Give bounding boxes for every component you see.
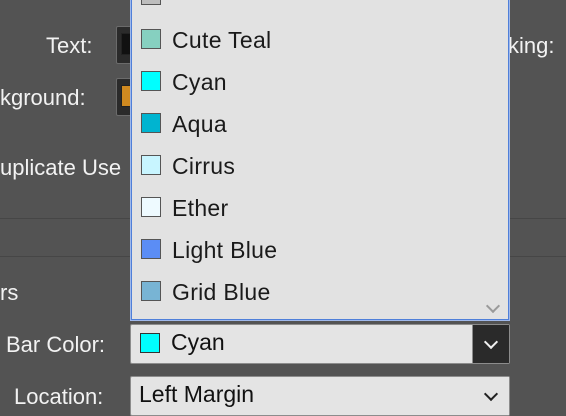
color-option-label: Cyan bbox=[172, 69, 227, 95]
bar-color-label: Bar Color: bbox=[6, 332, 106, 357]
color-option-label: Grid Blue bbox=[172, 279, 271, 305]
bar-color-selected-swatch bbox=[140, 333, 160, 353]
tracking-label: king: bbox=[508, 33, 555, 58]
bar-color-select[interactable]: Cyan bbox=[130, 324, 510, 364]
color-option-swatch bbox=[141, 113, 161, 133]
color-option-label: Cute Teal bbox=[172, 27, 272, 53]
color-option-ether[interactable]: Ether bbox=[132, 187, 482, 229]
color-option-swatch bbox=[141, 239, 161, 259]
color-dropdown-list[interactable]: Cute Teal Cyan Aqua Cirrus Ether Light B… bbox=[131, 0, 509, 320]
bar-color-value: Cyan bbox=[171, 329, 225, 355]
bar-color-dropdown-button[interactable] bbox=[472, 325, 509, 363]
section-heading: rs bbox=[0, 280, 19, 305]
background-color-label: kground: bbox=[0, 85, 86, 110]
color-option-label: Cirrus bbox=[172, 153, 236, 179]
color-option-grid-blue[interactable]: Grid Blue bbox=[132, 271, 482, 313]
color-option-swatch bbox=[141, 71, 161, 91]
scroll-down-chevron-icon[interactable] bbox=[485, 298, 501, 314]
location-label: Location: bbox=[14, 384, 104, 409]
duplicate-user-checkbox-label[interactable]: uplicate Use bbox=[0, 157, 121, 179]
color-option-label: Light Blue bbox=[172, 237, 278, 263]
color-option-swatch bbox=[141, 155, 161, 175]
location-dropdown-button[interactable] bbox=[473, 377, 509, 415]
color-option-label: Aqua bbox=[172, 111, 227, 137]
location-select[interactable]: Left Margin bbox=[130, 376, 510, 416]
location-value: Left Margin bbox=[139, 381, 255, 407]
color-option-cirrus[interactable]: Cirrus bbox=[132, 145, 482, 187]
color-option-swatch bbox=[141, 197, 161, 217]
color-option-swatch bbox=[141, 0, 161, 5]
color-option-swatch bbox=[141, 29, 161, 49]
color-option[interactable] bbox=[132, 0, 482, 17]
color-option-label: Ether bbox=[172, 195, 229, 221]
color-option-partial[interactable]: L bbox=[132, 313, 482, 319]
color-option-cute-teal[interactable]: Cute Teal bbox=[132, 19, 482, 61]
color-option-light-blue[interactable]: Light Blue bbox=[132, 229, 482, 271]
chevron-down-icon bbox=[483, 334, 499, 349]
color-option-swatch bbox=[141, 281, 161, 301]
text-color-label: Text: bbox=[46, 33, 93, 58]
color-option-cyan[interactable]: Cyan bbox=[132, 61, 482, 103]
color-option-aqua[interactable]: Aqua bbox=[132, 103, 482, 145]
chevron-down-icon bbox=[483, 386, 499, 401]
